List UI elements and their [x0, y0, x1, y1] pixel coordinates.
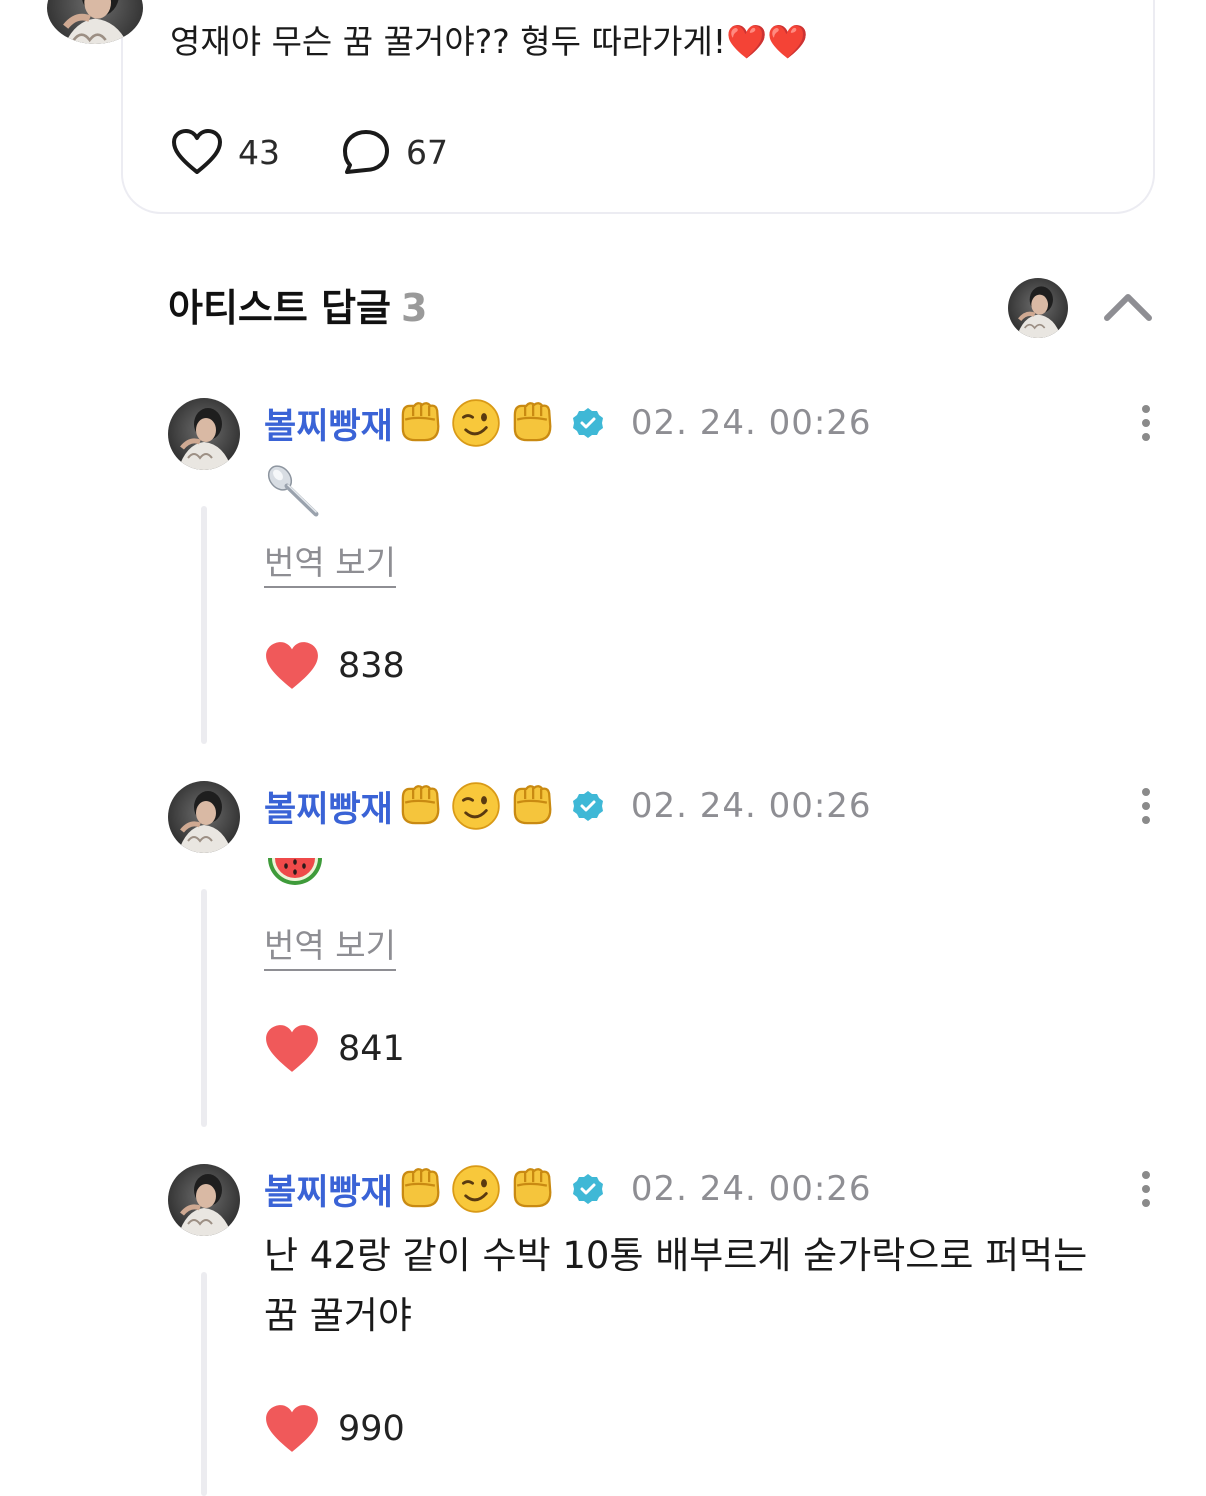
comment-text: 난 42랑 같이 수박 10통 배부르게 숟가락으로 퍼먹는 꿈 꿀거야 [264, 1234, 1088, 1337]
comment-avatar[interactable] [168, 1164, 240, 1236]
comment-like-button[interactable]: 990 [264, 1403, 405, 1455]
translate-link[interactable]: 번역 보기 [264, 925, 396, 971]
heart-filled-icon [266, 1405, 318, 1452]
comment-like-count: 990 [338, 1409, 405, 1449]
winking-face-emoji [451, 1165, 501, 1213]
section-title-label: 아티스트 답글 [168, 286, 391, 330]
comment-like-count: 838 [338, 646, 405, 686]
post-text: 영재야 무슨 꿈 꿀거야?? 형두 따라가게!❤️❤️ [170, 22, 809, 61]
name-emojis [395, 399, 563, 447]
post-comment-count: 67 [406, 132, 448, 172]
raised-fist-emoji [513, 785, 552, 825]
comment-header: 볼찌빵재 02. 24. 00:26 [264, 780, 872, 832]
collapse-button[interactable] [1102, 285, 1154, 329]
comment-like-count: 841 [338, 1029, 405, 1069]
verified-badge-icon [572, 408, 603, 438]
chevron-up-icon [1104, 294, 1152, 321]
comment-more-button[interactable] [1130, 1167, 1162, 1211]
comment-like-button[interactable]: 838 [264, 640, 405, 692]
post-like-button[interactable]: 43 [170, 127, 280, 177]
heart-filled-icon [266, 1025, 318, 1072]
comment-more-button[interactable] [1130, 784, 1162, 828]
section-title: 아티스트 답글 3 [168, 280, 427, 336]
verified-badge-icon [572, 1174, 603, 1204]
comment-header: 볼찌빵재 02. 24. 00:26 [264, 1163, 872, 1215]
winking-face-emoji [451, 399, 501, 447]
raised-fist-emoji [401, 1168, 440, 1208]
heart-filled-icon [266, 642, 318, 689]
thread-line [201, 1272, 207, 1496]
comment-avatar[interactable] [168, 398, 240, 470]
comment-author[interactable]: 볼찌빵재 [264, 1164, 393, 1215]
raised-fist-emoji [401, 785, 440, 825]
post-stats: 43 67 [170, 126, 508, 178]
winking-face-emoji [451, 782, 501, 830]
watermelon-emoji [264, 848, 326, 908]
comment-like-button[interactable]: 841 [264, 1023, 405, 1075]
spoon-emoji [264, 462, 324, 526]
comment-header: 볼찌빵재 02. 24. 00:26 [264, 397, 872, 449]
comment-avatar[interactable] [168, 781, 240, 853]
comment-author[interactable]: 볼찌빵재 [264, 781, 393, 832]
name-emojis [395, 1165, 563, 1213]
comment-more-button[interactable] [1130, 401, 1162, 445]
section-count: 3 [401, 286, 428, 330]
post-like-count: 43 [238, 132, 280, 172]
raised-fist-emoji [513, 402, 552, 442]
heart-outline-icon [172, 129, 222, 174]
speech-bubble-icon [343, 130, 389, 174]
raised-fist-emoji [513, 1168, 552, 1208]
thread-line [201, 889, 207, 1127]
raised-fist-emoji [401, 402, 440, 442]
artist-avatar[interactable] [1008, 278, 1068, 338]
translate-link[interactable]: 번역 보기 [264, 542, 396, 588]
verified-badge-icon [572, 791, 603, 821]
comment-date: 02. 24. 00:26 [630, 403, 872, 443]
post-comment-button[interactable]: 67 [340, 127, 448, 177]
comment-date: 02. 24. 00:26 [630, 786, 872, 826]
thread-line [201, 506, 207, 744]
name-emojis [395, 782, 563, 830]
comment-date: 02. 24. 00:26 [630, 1169, 872, 1209]
comment-author[interactable]: 볼찌빵재 [264, 398, 393, 449]
